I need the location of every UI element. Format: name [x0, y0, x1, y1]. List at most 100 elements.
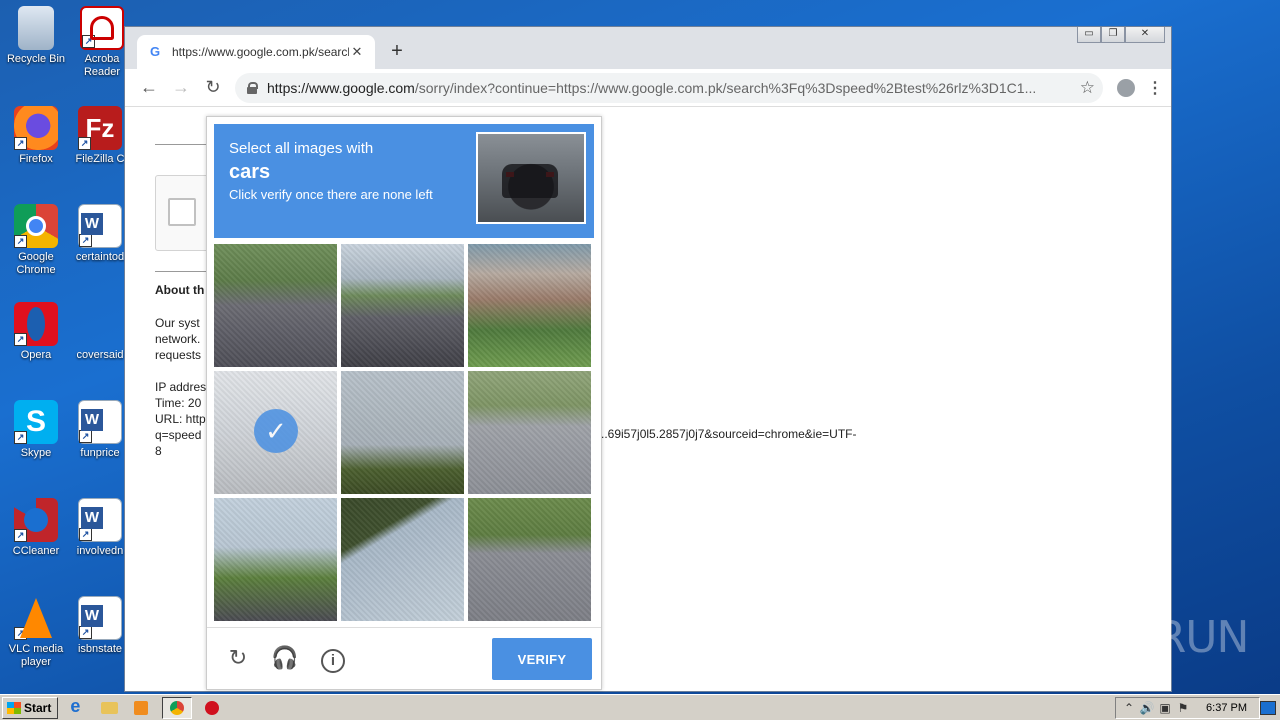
forward-icon[interactable]: → [165, 77, 197, 98]
image-tile[interactable] [214, 498, 337, 621]
image-tile[interactable] [468, 371, 591, 494]
filezilla-icon: Fz ↗ [78, 106, 122, 150]
desktop-icon-isbnstate[interactable]: ↗ isbnstate [72, 596, 128, 656]
close-window-button[interactable]: ✕ [1125, 27, 1165, 43]
desktop-icon-skype[interactable]: S ↗ Skype [1, 400, 71, 460]
text-line: Our syst [155, 316, 200, 330]
desktop-icon-label: involvedn [76, 545, 124, 557]
internet-explorer-icon[interactable] [66, 696, 90, 718]
desktop-icon-firefox[interactable]: ↗ Firefox [1, 106, 71, 166]
desktop-icon-label: Recycle Bin [6, 53, 66, 65]
start-label: Start [24, 700, 52, 715]
taskbar: Start ⌃ 🔊 ▣ ⚑ 6:37 PM [0, 694, 1280, 720]
maximize-button[interactable]: ❐ [1101, 27, 1125, 43]
desktop-icon-recycle-bin[interactable]: Recycle Bin [1, 6, 71, 66]
info-icon[interactable]: i [319, 644, 347, 673]
image-tile[interactable] [468, 498, 591, 621]
desktop-icon-acrobat[interactable]: ↗ Acroba Reader [72, 6, 132, 79]
desktop-icon-label: Google Chrome [16, 251, 56, 276]
text-line: requests [155, 348, 202, 362]
address-bar[interactable]: https://www.google.com/sorry/index?conti… [235, 72, 1103, 103]
action-center-flag-icon[interactable]: ⚑ [1174, 701, 1192, 715]
lock-icon[interactable] [247, 81, 258, 94]
image-tile[interactable] [341, 498, 464, 621]
info-line: q=speed [155, 428, 202, 442]
browser-toolbar: ← → ↻ https://www.google.com/sorry/index… [125, 69, 1171, 107]
desktop-icon-vlc[interactable]: ↗ VLC media player [1, 596, 71, 669]
about-heading: About th [155, 283, 205, 297]
desktop-icon-label: certaintod [75, 251, 125, 263]
window-controls: ▭ ❐ ✕ [1077, 27, 1165, 43]
back-icon[interactable]: ← [133, 77, 165, 98]
reload-challenge-icon[interactable]: ↻ [224, 644, 252, 672]
sample-image [476, 132, 586, 224]
profile-avatar-icon[interactable] [1117, 78, 1135, 97]
clock[interactable]: 6:37 PM [1206, 702, 1247, 714]
chrome-taskbar-icon[interactable] [162, 696, 193, 719]
word-document-icon [78, 302, 122, 346]
recaptcha-challenge: Select all images with cars Click verify… [206, 116, 602, 690]
recaptcha-checkbox[interactable] [168, 198, 196, 226]
bookmark-star-icon[interactable]: ☆ [1080, 78, 1095, 98]
network-icon[interactable]: ▣ [1156, 701, 1174, 715]
image-tile[interactable] [341, 371, 464, 494]
desktop-icon-chrome[interactable]: ↗ Google Chrome [1, 204, 71, 277]
image-tile[interactable] [214, 244, 337, 367]
browser-tab[interactable]: G https://www.google.com.pk/search? ✕ [137, 35, 375, 69]
desktop-icon-involvedn[interactable]: ↗ involvedn [72, 498, 128, 558]
show-hidden-icons-icon[interactable]: ⌃ [1120, 701, 1138, 715]
vlc-icon: ↗ [14, 596, 58, 640]
desktop-icon-funprice[interactable]: ↗ funprice [72, 400, 128, 460]
url-host: https://www.google.com [267, 79, 415, 96]
desktop-icon-label: Acroba Reader [83, 53, 121, 78]
desktop-icon-filezilla[interactable]: Fz ↗ FileZilla C [72, 106, 128, 166]
volume-icon[interactable]: 🔊 [1138, 701, 1156, 715]
verify-button[interactable]: VERIFY [492, 638, 592, 680]
desktop-icon-label: Firefox [19, 153, 53, 165]
acrobat-reader-icon: ↗ [80, 6, 124, 50]
info-glyph: i [321, 649, 345, 673]
media-player-icon[interactable] [130, 698, 154, 718]
tab-close-icon[interactable]: ✕ [349, 44, 365, 60]
windows-flag-icon [7, 701, 21, 714]
checkmark-icon: ✓ [254, 409, 298, 453]
challenge-header: Select all images with cars Click verify… [214, 124, 594, 238]
image-tile[interactable] [468, 244, 591, 367]
minimize-button[interactable]: ▭ [1077, 27, 1101, 43]
recycle-bin-icon [18, 6, 54, 50]
image-tile-selected[interactable]: ✓ [214, 371, 337, 494]
desktop-icon-label: coversaid [76, 349, 124, 361]
info-line: Time: 20 [155, 396, 202, 410]
skype-icon: S ↗ [14, 400, 58, 444]
audio-challenge-icon[interactable]: 🎧 [271, 644, 299, 672]
word-document-icon: ↗ [78, 498, 122, 542]
desktop-icon-label: CCleaner [12, 545, 60, 557]
new-tab-icon[interactable]: + [387, 40, 407, 63]
explorer-folder-icon[interactable] [98, 698, 122, 718]
word-document-icon: ↗ [78, 596, 122, 640]
desktop-icon-label: FileZilla C [75, 153, 125, 165]
opera-taskbar-icon[interactable] [200, 698, 224, 718]
desktop-icon-label: funprice [80, 447, 120, 459]
image-grid: ✓ [214, 244, 594, 624]
desktop-icon-certaintod[interactable]: ↗ certaintod [72, 204, 128, 264]
show-desktop-button[interactable] [1260, 700, 1276, 715]
firefox-icon: ↗ [14, 106, 58, 150]
desktop-icon-ccleaner[interactable]: ↗ CCleaner [1, 498, 71, 558]
text-line: network. [155, 332, 201, 346]
title-bar: G https://www.google.com.pk/search? ✕ + … [125, 27, 1171, 69]
word-document-icon: ↗ [78, 400, 122, 444]
desktop-icon-label: VLC media player [8, 643, 64, 668]
desktop-icon-opera[interactable]: ↗ Opera [1, 302, 71, 362]
url-text[interactable]: https://www.google.com/sorry/index?conti… [267, 80, 1072, 96]
reload-icon[interactable]: ↻ [197, 77, 229, 98]
tab-title: https://www.google.com.pk/search? [172, 45, 349, 59]
menu-icon[interactable]: ⋮ [1147, 78, 1163, 98]
image-tile[interactable] [341, 244, 464, 367]
url-continuation: ..69i57j0l5.2857j0j7&sourceid=chrome&ie=… [601, 427, 857, 441]
start-button[interactable]: Start [2, 696, 59, 719]
desktop-icon-label: Skype [20, 447, 52, 459]
desktop-icon-label: Opera [20, 349, 52, 361]
info-line: IP addres [155, 380, 207, 394]
desktop-icon-coversaid[interactable]: coversaid [72, 302, 128, 362]
